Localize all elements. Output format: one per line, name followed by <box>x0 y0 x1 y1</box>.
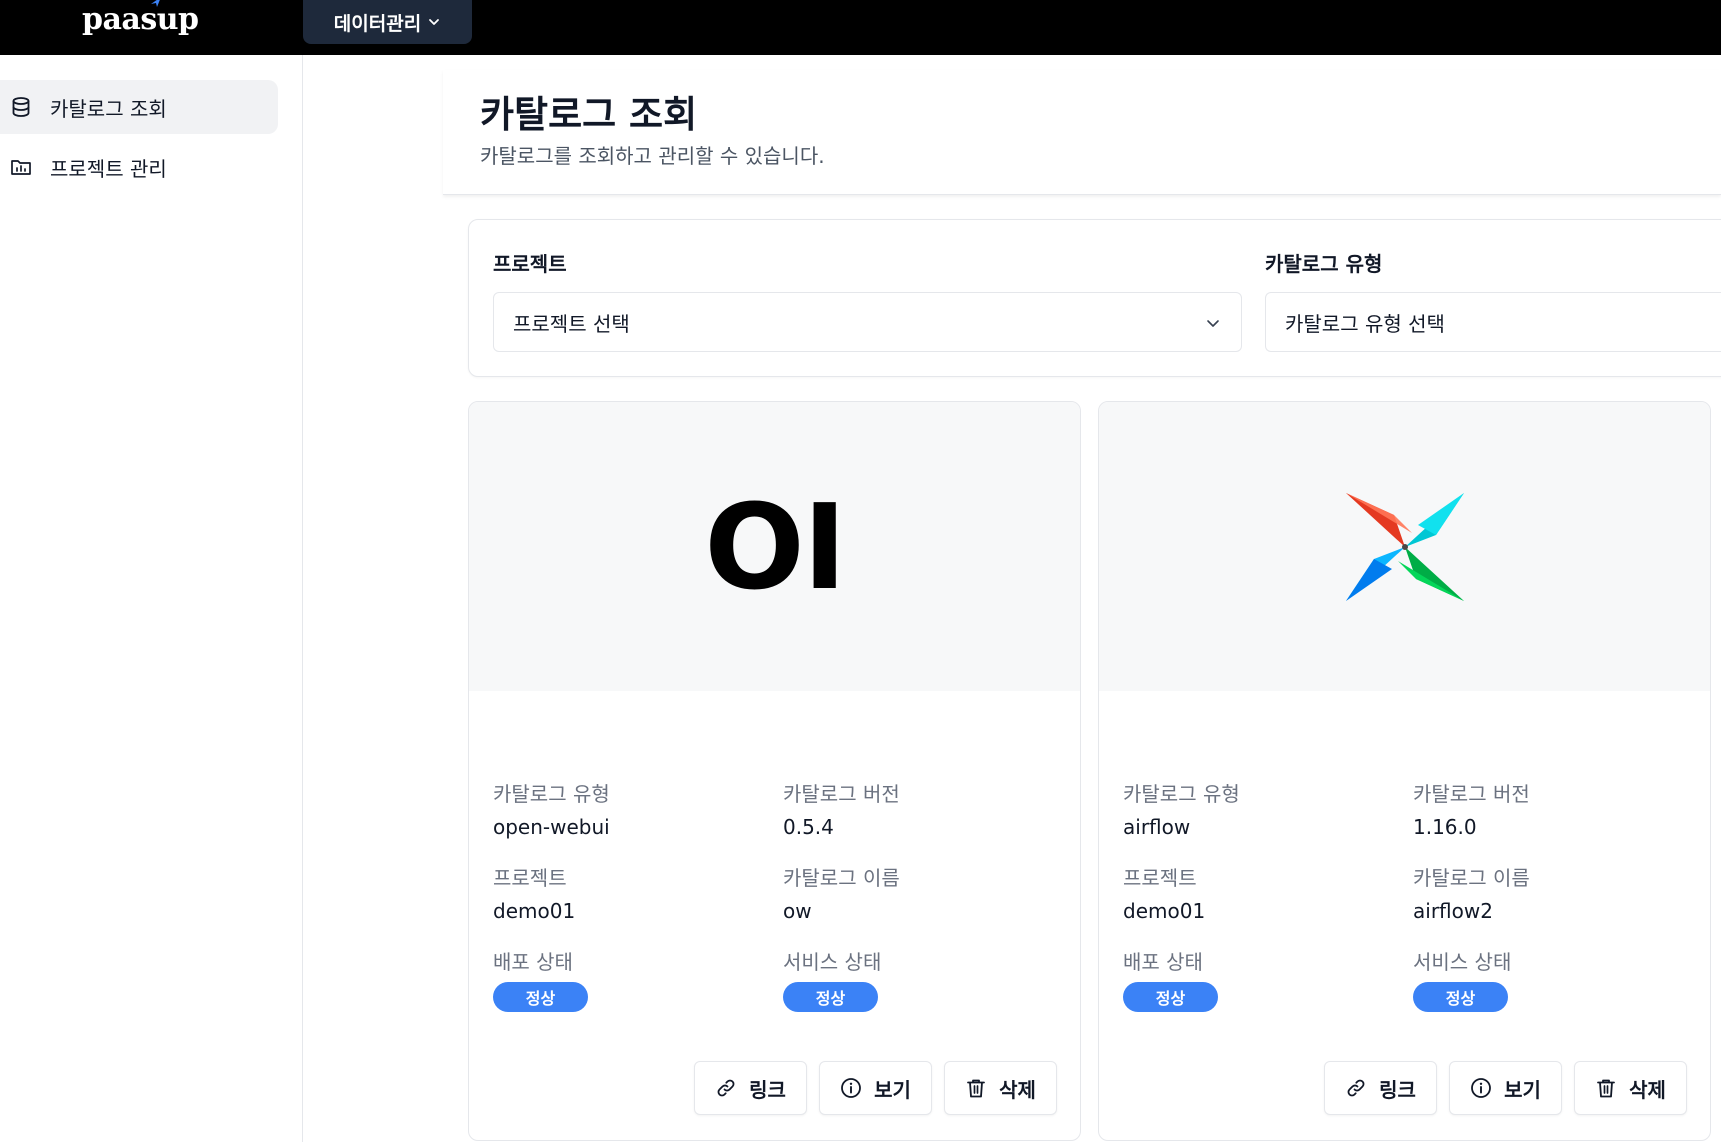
card-hero: OI <box>469 402 1080 691</box>
service-status-badge: 정상 <box>783 982 878 1012</box>
delete-button-label: 삭제 <box>999 1077 1036 1102</box>
catalog-version-label: 카탈로그 버전 <box>783 782 900 806</box>
sidebar-item-label: 프로젝트 관리 <box>50 156 167 181</box>
catalog-type-value: airflow <box>1123 815 1191 839</box>
link-button[interactable]: 링크 <box>694 1061 807 1115</box>
link-button-label: 링크 <box>1379 1077 1416 1102</box>
catalog-card-airflow: 카탈로그 유형 airflow 카탈로그 버전 1.16.0 프로젝트 demo… <box>1098 401 1711 1141</box>
view-button-label: 보기 <box>874 1077 911 1102</box>
filter-panel: 프로젝트 프로젝트 선택 카탈로그 유형 카탈로그 유형 선택 <box>468 219 1721 377</box>
card-hero <box>1099 402 1710 691</box>
view-button-label: 보기 <box>1504 1077 1541 1102</box>
info-icon <box>1471 1078 1491 1098</box>
deploy-status-badge: 정상 <box>493 982 588 1012</box>
data-management-menu-label: 데이터관리 <box>333 12 422 35</box>
sidebar-item-catalog-view[interactable]: 카탈로그 조회 <box>0 80 278 134</box>
project-filter-label: 프로젝트 <box>493 252 567 276</box>
catalog-name-value: airflow2 <box>1413 899 1493 923</box>
top-navigation-bar: paasup 데이터관리 <box>0 0 1721 55</box>
catalog-version-value: 0.5.4 <box>783 815 834 839</box>
sidebar-item-project-management[interactable]: 프로젝트 관리 <box>0 140 278 194</box>
paasup-logo[interactable]: paasup <box>82 0 199 42</box>
chevron-down-icon <box>429 19 440 25</box>
deploy-status-label: 배포 상태 <box>493 950 573 974</box>
deploy-status-label: 배포 상태 <box>1123 950 1203 974</box>
catalog-name-label: 카탈로그 이름 <box>1413 866 1530 890</box>
project-label: 프로젝트 <box>1123 866 1197 890</box>
logo-arrow-icon <box>151 0 160 7</box>
service-status-badge: 정상 <box>1413 982 1508 1012</box>
chevron-down-icon <box>1207 320 1219 327</box>
database-icon <box>12 97 30 117</box>
delete-button-label: 삭제 <box>1629 1077 1666 1102</box>
service-status-label: 서비스 상태 <box>783 950 882 974</box>
catalog-card-open-webui: OI 카탈로그 유형 open-webui 카탈로그 버전 0.5.4 프로젝트… <box>468 401 1081 1141</box>
link-button-label: 링크 <box>749 1077 786 1102</box>
project-label: 프로젝트 <box>493 866 567 890</box>
delete-button[interactable]: 삭제 <box>1574 1061 1687 1115</box>
project-value: demo01 <box>493 899 576 923</box>
catalog-version-label: 카탈로그 버전 <box>1413 782 1530 806</box>
page-title: 카탈로그 조회 <box>480 93 698 136</box>
info-icon <box>841 1078 861 1098</box>
open-webui-logo: OI <box>704 477 846 616</box>
project-value: demo01 <box>1123 899 1206 923</box>
catalog-type-value: open-webui <box>493 815 610 839</box>
sidebar: 카탈로그 조회 프로젝트 관리 <box>0 55 303 1142</box>
catalog-type-select-value: 카탈로그 유형 선택 <box>1285 311 1445 336</box>
link-icon <box>1347 1079 1365 1097</box>
service-status-label: 서비스 상태 <box>1413 950 1512 974</box>
airflow-logo <box>1345 492 1464 601</box>
catalog-type-filter-label: 카탈로그 유형 <box>1265 252 1383 276</box>
catalog-type-label: 카탈로그 유형 <box>493 782 610 806</box>
deploy-status-badge: 정상 <box>1123 982 1218 1012</box>
folder-chart-icon <box>11 160 31 175</box>
link-icon <box>717 1079 735 1097</box>
delete-button[interactable]: 삭제 <box>944 1061 1057 1115</box>
view-button[interactable]: 보기 <box>819 1061 932 1115</box>
logo-text: paasup <box>82 2 199 37</box>
data-management-menu[interactable]: 데이터관리 <box>303 0 472 44</box>
catalog-version-value: 1.16.0 <box>1413 815 1477 839</box>
trash-icon <box>967 1079 985 1098</box>
catalog-name-value: ow <box>783 899 812 923</box>
project-select[interactable]: 프로젝트 선택 <box>493 292 1242 352</box>
catalog-type-label: 카탈로그 유형 <box>1123 782 1240 806</box>
page-subtitle: 카탈로그를 조회하고 관리할 수 있습니다. <box>480 144 825 168</box>
project-select-value: 프로젝트 선택 <box>513 311 630 336</box>
view-button[interactable]: 보기 <box>1449 1061 1562 1115</box>
catalog-name-label: 카탈로그 이름 <box>783 866 900 890</box>
sidebar-item-label: 카탈로그 조회 <box>50 96 167 121</box>
link-button[interactable]: 링크 <box>1324 1061 1437 1115</box>
catalog-type-select[interactable]: 카탈로그 유형 선택 <box>1265 292 1721 352</box>
page-header: 카탈로그 조회 카탈로그를 조회하고 관리할 수 있습니다. <box>443 70 1721 195</box>
trash-icon <box>1597 1079 1615 1098</box>
